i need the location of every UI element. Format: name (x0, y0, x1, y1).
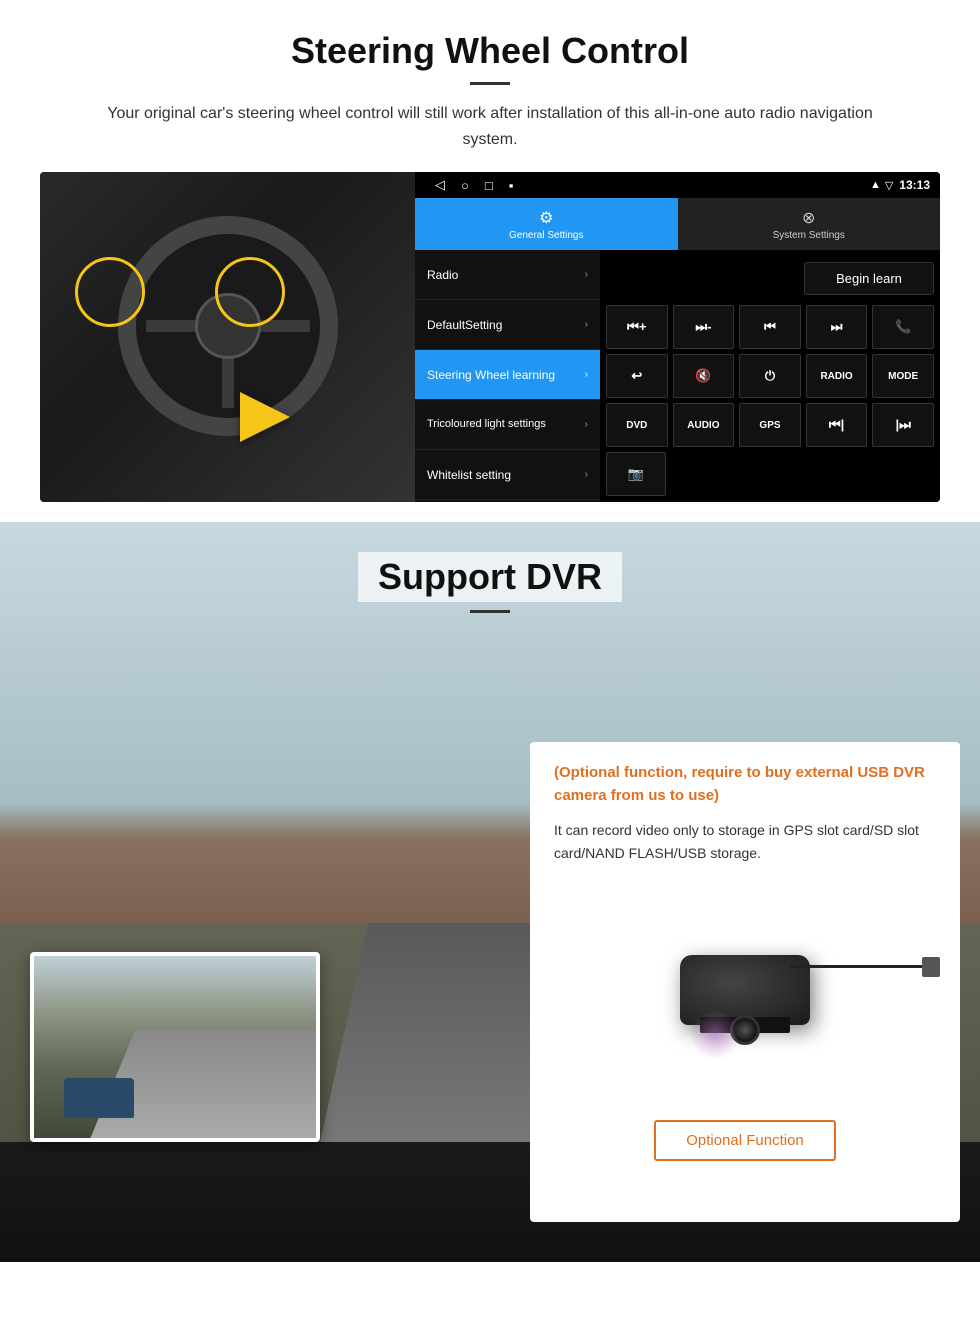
tab-system-settings[interactable]: ⊗ System Settings (678, 198, 941, 250)
back-call-button[interactable]: ↩ (606, 354, 668, 398)
audio-button[interactable]: AUDIO (673, 403, 735, 447)
dvr-preview-image (30, 952, 320, 1142)
dvr-section-header: Support DVR (0, 522, 980, 613)
dvr-divider (470, 610, 510, 613)
menu-item-whitelist[interactable]: Whitelist setting › (415, 450, 600, 500)
optional-function-button[interactable]: Optional Function (654, 1120, 836, 1161)
dvr-camera-device (680, 955, 810, 1025)
camera-body (680, 955, 810, 1025)
wifi-icon: ▽ (885, 179, 893, 192)
dvr-optional-text: (Optional function, require to buy exter… (554, 762, 936, 807)
system-settings-label: System Settings (773, 230, 845, 241)
menu-item-radio[interactable]: Radio › (415, 250, 600, 300)
yellow-circle-left (75, 257, 145, 327)
vol-up-button[interactable]: ⏮+ (606, 305, 668, 349)
general-settings-icon: ⚙ (539, 208, 553, 228)
next-track-button[interactable]: |⏭ (872, 403, 934, 447)
spoke-bottom (222, 358, 234, 408)
camera-button[interactable]: 📷 (606, 452, 666, 496)
general-settings-label: General Settings (509, 230, 584, 241)
menu-item-steering[interactable]: Steering Wheel learning › (415, 350, 600, 400)
gps-button[interactable]: GPS (739, 403, 801, 447)
mode-button[interactable]: MODE (872, 354, 934, 398)
power-button[interactable]: ⏻ (739, 354, 801, 398)
menu-item-tricolour-label: Tricoloured light settings (427, 418, 546, 431)
menu-item-default-label: DefaultSetting (427, 318, 502, 332)
settings-tabs[interactable]: ⚙ General Settings ⊗ System Settings (415, 198, 940, 250)
menu-item-whitelist-label: Whitelist setting (427, 468, 511, 482)
steering-ui-container: ◁ ○ □ ▪ ▲ ▽ 13:13 ⚙ General Settings (40, 172, 940, 502)
home-icon: ○ (461, 178, 469, 193)
menu-item-steering-label: Steering Wheel learning (427, 368, 555, 382)
status-icons: ▲ ▽ (870, 179, 893, 192)
dvr-description: It can record video only to storage in G… (554, 819, 936, 864)
dvr-title: Support DVR (358, 552, 622, 602)
steering-wheel-circle (118, 216, 338, 436)
chevron-steering: › (585, 369, 588, 380)
section-dvr: Support DVR (Optional function, require … (0, 522, 980, 1262)
prev-button[interactable]: ⏮ (739, 305, 801, 349)
begin-learn-button[interactable]: Begin learn (804, 262, 934, 295)
control-grid-area: Begin learn ⏮+ ⏭- ⏮ ⏭ 📞 ↩ 🔇 ⏻ (600, 250, 940, 502)
status-bar: ◁ ○ □ ▪ ▲ ▽ 13:13 (415, 172, 940, 198)
menu-area: Radio › DefaultSetting › Steering Wheel … (415, 250, 940, 502)
status-time: 13:13 (899, 178, 930, 192)
mute-button[interactable]: 🔇 (673, 354, 735, 398)
chevron-whitelist: › (585, 469, 588, 480)
section-steering: Steering Wheel Control Your original car… (0, 0, 980, 522)
usb-plug (922, 957, 940, 977)
nav-icons: ◁ ○ □ ▪ (425, 177, 864, 193)
system-settings-icon: ⊗ (802, 208, 815, 228)
prev-track-button[interactable]: ⏮| (806, 403, 868, 447)
menu-item-default[interactable]: DefaultSetting › (415, 300, 600, 350)
signal-icon: ▲ (870, 179, 881, 191)
control-row-3: DVD AUDIO GPS ⏮| |⏭ (606, 403, 934, 447)
control-row-2: ↩ 🔇 ⏻ RADIO MODE (606, 354, 934, 398)
tab-general-settings[interactable]: ⚙ General Settings (415, 198, 678, 250)
back-icon: ◁ (435, 177, 445, 193)
dvr-info-card: (Optional function, require to buy exter… (530, 742, 960, 1222)
recent-icon: □ (485, 178, 493, 193)
radio-button[interactable]: RADIO (806, 354, 868, 398)
title-divider (470, 82, 510, 85)
phone-button[interactable]: 📞 (872, 305, 934, 349)
section-description: Your original car's steering wheel contr… (80, 101, 900, 152)
dvr-camera-image-area (554, 880, 936, 1100)
arrow-indicator (240, 392, 290, 442)
settings-menu-list: Radio › DefaultSetting › Steering Wheel … (415, 250, 600, 502)
control-row-1: ⏮+ ⏭- ⏮ ⏭ 📞 (606, 305, 934, 349)
control-row-4: 📷 (606, 452, 934, 496)
android-settings-panel: ◁ ○ □ ▪ ▲ ▽ 13:13 ⚙ General Settings (415, 172, 940, 502)
menu-item-radio-label: Radio (427, 268, 458, 282)
yellow-circle-right (215, 257, 285, 327)
steering-wheel-photo (40, 172, 415, 502)
dvr-preview-car (64, 1078, 134, 1118)
menu-item-tricolour[interactable]: Tricoloured light settings › (415, 400, 600, 450)
next-button[interactable]: ⏭ (806, 305, 868, 349)
dvd-button[interactable]: DVD (606, 403, 668, 447)
menu-icon: ▪ (509, 178, 514, 193)
usb-cable (790, 965, 930, 968)
camera-light (690, 1010, 740, 1060)
chevron-radio: › (585, 269, 588, 280)
page-title: Steering Wheel Control (40, 30, 940, 72)
vol-down-button[interactable]: ⏭- (673, 305, 735, 349)
begin-learn-row: Begin learn (606, 256, 934, 300)
spoke-left (146, 320, 196, 332)
chevron-tricolour: › (585, 419, 588, 431)
chevron-default: › (585, 319, 588, 330)
